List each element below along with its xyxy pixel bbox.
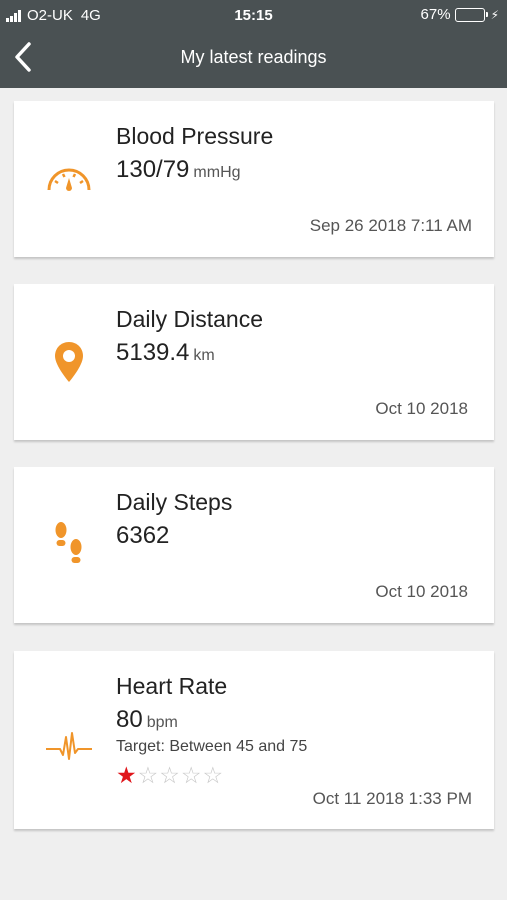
reading-number: 6362 [116, 522, 170, 549]
reading-number: 80 [116, 706, 143, 733]
reading-card-daily-distance[interactable]: Daily Distance 5139.4 km Oct 10 2018 [14, 284, 494, 440]
header: O2-UK 4G 15:15 67% ⚡ My latest readings [0, 0, 507, 88]
reading-value: 5139.4 km [116, 339, 215, 367]
reading-date: Oct 11 2018 1:33 PM [312, 789, 472, 808]
reading-title: Daily Steps [116, 489, 233, 515]
reading-unit: mmHg [193, 164, 241, 181]
page-title: My latest readings [180, 47, 327, 67]
star-empty-icon: ☆ [137, 762, 159, 788]
charging-icon: ⚡ [490, 7, 499, 22]
reading-unit: bpm [146, 714, 178, 731]
reading-title: Daily Distance [116, 306, 263, 332]
reading-number: 130/79 [116, 156, 190, 183]
reading-title: Blood Pressure [116, 123, 274, 149]
reading-value: 80 bpm [116, 706, 178, 734]
battery-percent: 67% [420, 6, 451, 23]
reading-card-heart-rate[interactable]: Heart Rate 80 bpm Target: Between 45 and … [14, 651, 494, 829]
reading-title: Heart Rate [116, 673, 228, 699]
nav-bar: My latest readings [0, 30, 507, 88]
reading-unit: km [193, 347, 215, 364]
status-bar: O2-UK 4G 15:15 67% ⚡ [0, 0, 507, 30]
reading-value: 6362 [116, 522, 169, 550]
gauge-icon [44, 154, 94, 204]
reading-date: Oct 10 2018 [375, 399, 468, 418]
reading-date: Sep 26 2018 7:11 AM [309, 216, 472, 235]
reading-card-blood-pressure[interactable]: Blood Pressure 130/79 mmHg Sep 26 2018 7:… [14, 101, 494, 257]
star-filled-icon: ★ [116, 762, 137, 788]
location-pin-icon [44, 337, 94, 387]
star-empty-icon: ☆ [202, 762, 224, 788]
reading-value: 130/79 mmHg [116, 156, 241, 184]
battery-icon [454, 7, 488, 22]
battery-info: 67% ⚡ [421, 6, 499, 23]
rating-stars: ★ ☆ ☆ ☆ ☆ [116, 764, 224, 787]
heartbeat-icon [44, 721, 94, 771]
reading-date: Oct 10 2018 [375, 582, 468, 601]
footprints-icon [44, 519, 94, 569]
star-empty-icon: ☆ [180, 762, 202, 788]
reading-card-daily-steps[interactable]: Daily Steps 6362 Oct 10 2018 [14, 467, 494, 623]
star-empty-icon: ☆ [159, 762, 180, 788]
reading-number: 5139.4 [116, 339, 190, 366]
target-range: Target: Between 45 and 75 [116, 738, 308, 755]
